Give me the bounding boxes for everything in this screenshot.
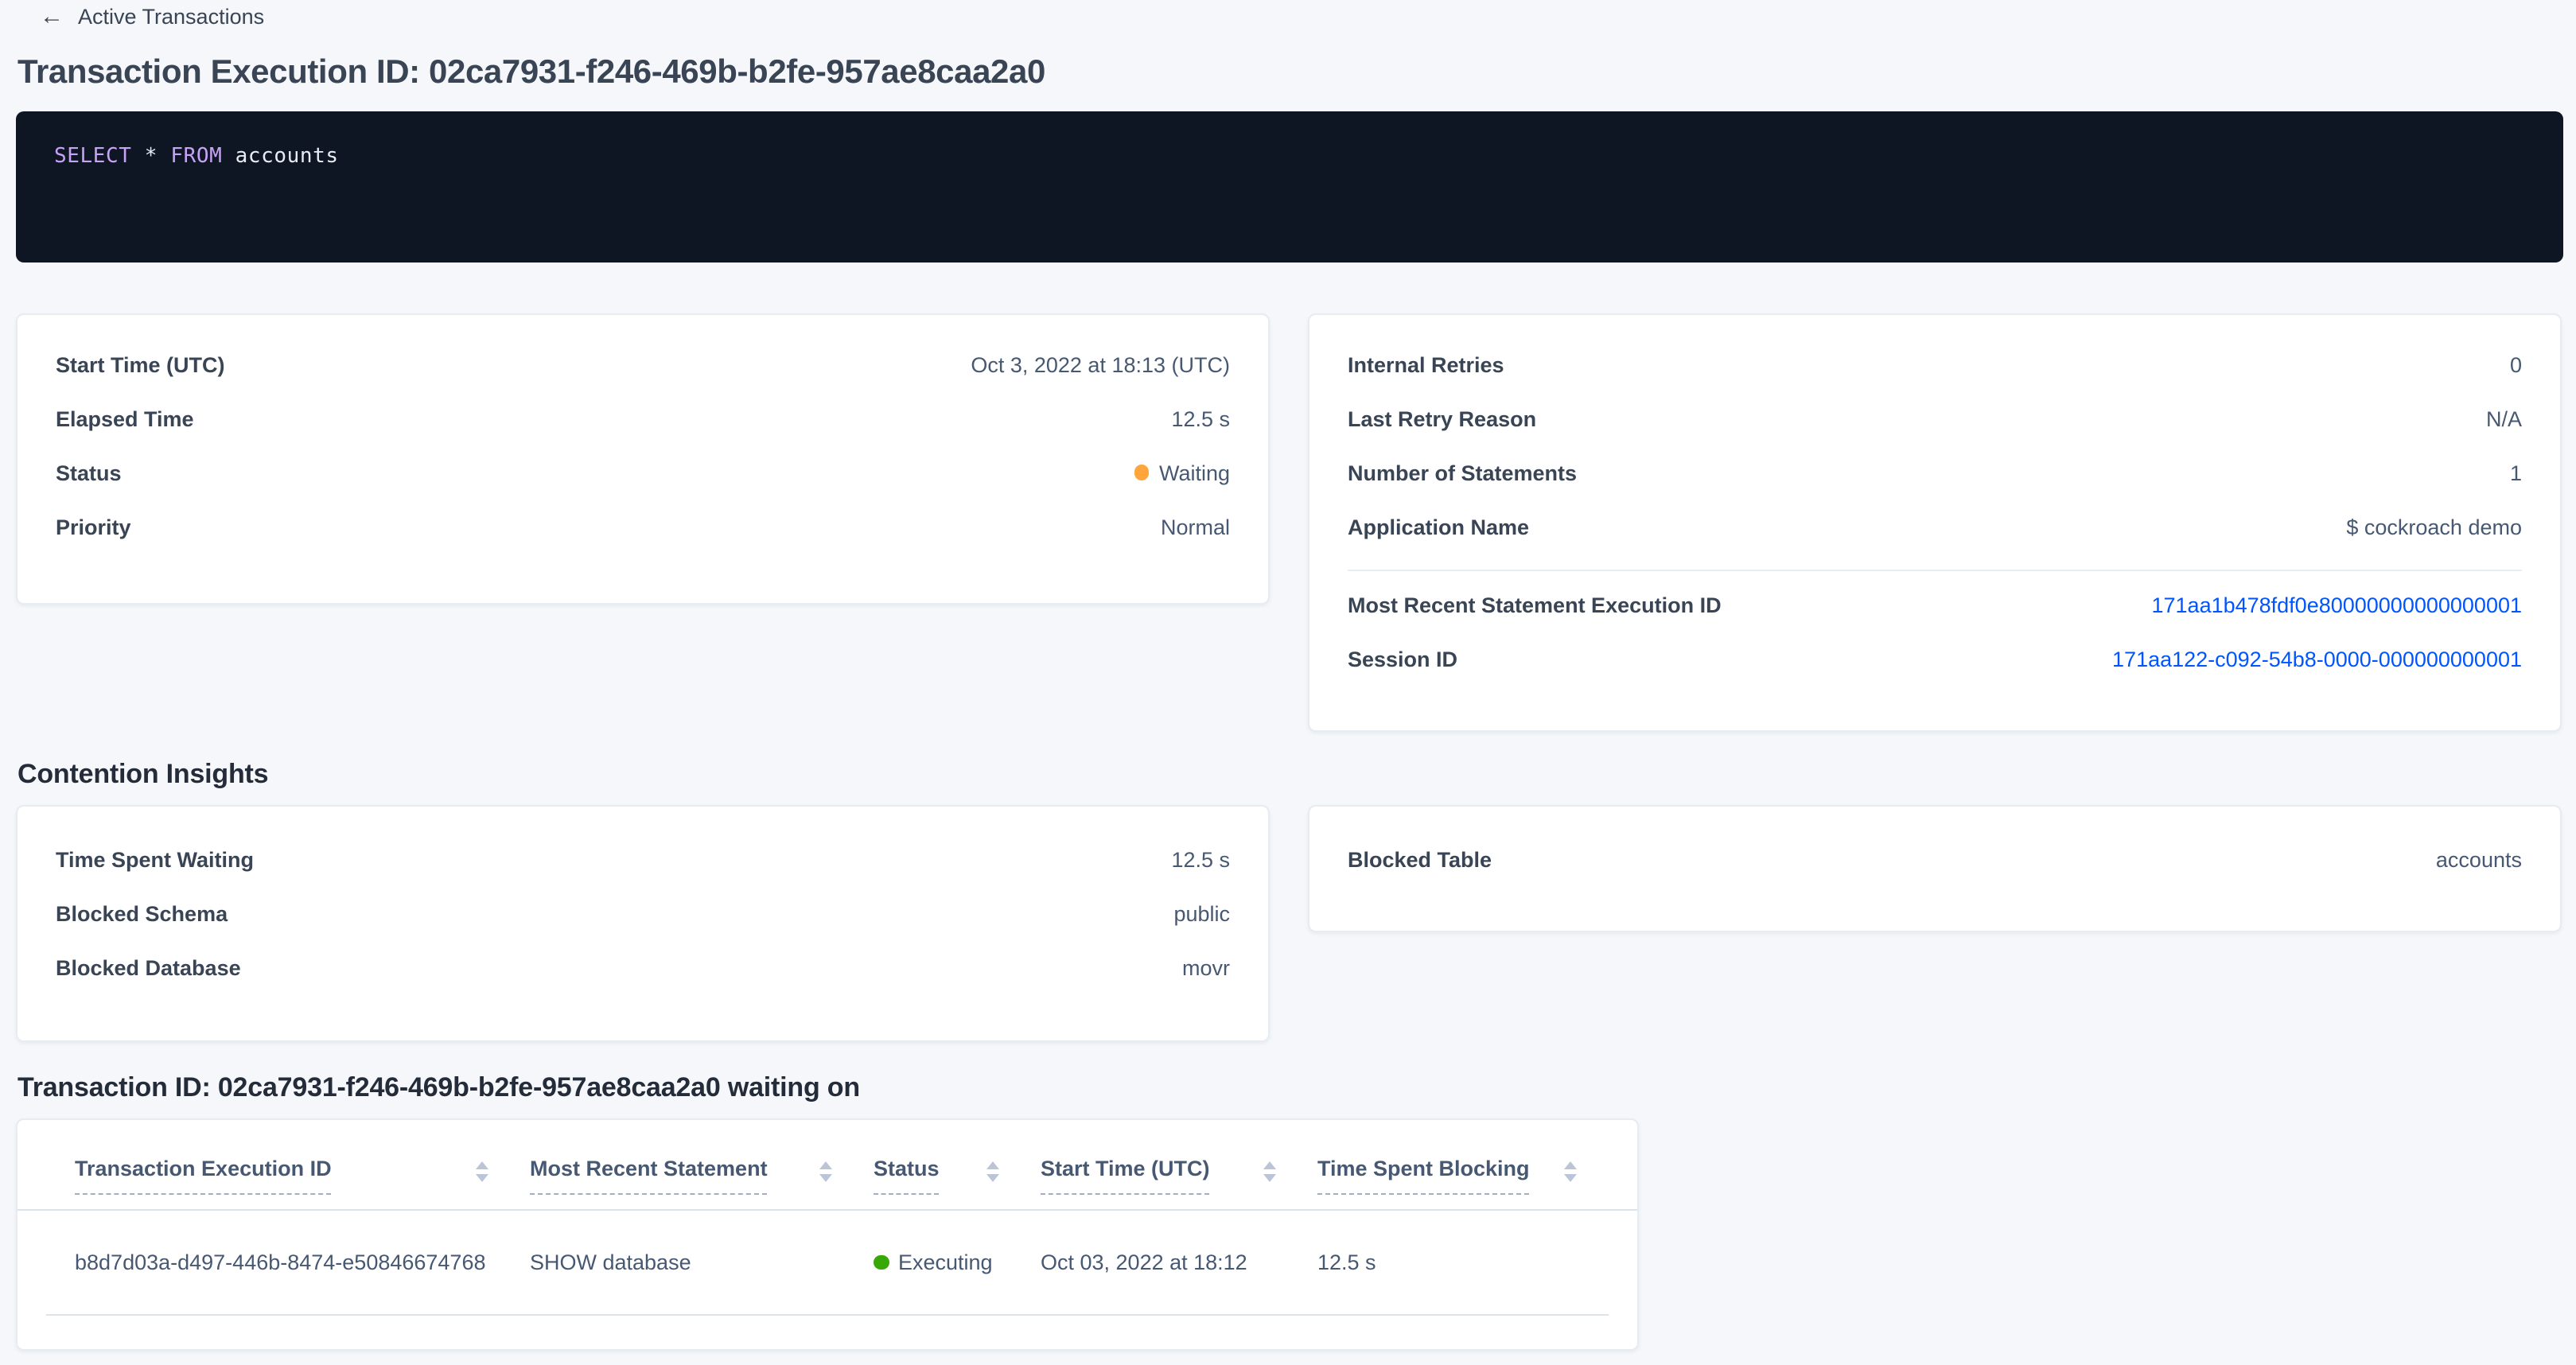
row-label: Status [56, 461, 122, 484]
contention-row-blocked-schema: Blocked Schema public [18, 886, 1268, 940]
table-header-row: Transaction Execution ID Most Recent Sta… [18, 1120, 1637, 1211]
row-value: 1 [2510, 461, 2522, 484]
row-value: Normal [1161, 515, 1230, 539]
details-row-internal-retries: Internal Retries 0 [1309, 337, 2560, 391]
sql-statement-box: SELECT * FROM accounts [16, 111, 2563, 262]
row-label: Priority [56, 515, 131, 539]
waiting-status-dot-icon [1134, 465, 1150, 480]
details-row-statement-execution-id: Most Recent Statement Execution ID 171aa… [1309, 578, 2560, 632]
contention-row-time-spent-waiting: Time Spent Waiting 12.5 s [18, 832, 1268, 886]
column-header-label: Status [874, 1157, 940, 1195]
row-value: 12.5 s [1171, 406, 1230, 430]
sort-icon[interactable] [819, 1161, 832, 1181]
contention-insights-heading: Contention Insights [18, 759, 268, 791]
contention-row-blocked-database: Blocked Database movr [18, 940, 1268, 994]
waiting-on-table: Transaction Execution ID Most Recent Sta… [16, 1118, 1639, 1351]
row-label: Application Name [1348, 515, 1529, 539]
status-value: Waiting [1134, 461, 1230, 484]
sort-icon[interactable] [1564, 1161, 1577, 1181]
status-text: Executing [898, 1250, 993, 1274]
summary-row-priority: Priority Normal [18, 500, 1268, 554]
row-label: Start Time (UTC) [56, 352, 225, 376]
contention-left-card: Time Spent Waiting 12.5 s Blocked Schema… [16, 805, 1270, 1042]
sort-icon[interactable] [1263, 1161, 1276, 1181]
row-label: Blocked Schema [56, 901, 228, 925]
back-link-active-transactions[interactable]: ← Active Transactions [40, 5, 264, 29]
details-row-session-id: Session ID 171aa122-c092-54b8-0000-00000… [1309, 632, 2560, 686]
column-header-transaction-execution-id[interactable]: Transaction Execution ID [75, 1157, 530, 1195]
sql-identifier: accounts [222, 145, 338, 169]
row-label: Time Spent Waiting [56, 847, 254, 871]
back-arrow-icon: ← [40, 5, 64, 29]
column-header-most-recent-statement[interactable]: Most Recent Statement [530, 1157, 874, 1195]
row-value: $ cockroach demo [2346, 515, 2522, 539]
cell-start-time: Oct 03, 2022 at 18:12 [1041, 1250, 1317, 1274]
summary-row-start-time: Start Time (UTC) Oct 3, 2022 at 18:13 (U… [18, 337, 1268, 391]
cell-time-spent-blocking: 12.5 s [1317, 1250, 1580, 1274]
column-header-time-spent-blocking[interactable]: Time Spent Blocking [1317, 1157, 1580, 1195]
details-card: Internal Retries 0 Last Retry Reason N/A… [1308, 313, 2562, 732]
contention-row-blocked-table: Blocked Table accounts [1309, 832, 2560, 886]
page-title: Transaction Execution ID: 02ca7931-f246-… [18, 54, 1045, 92]
row-label: Internal Retries [1348, 352, 1504, 376]
row-divider [46, 1314, 1609, 1316]
column-header-status[interactable]: Status [874, 1157, 1041, 1195]
row-value: public [1173, 901, 1230, 925]
row-label: Session ID [1348, 647, 1457, 671]
summary-row-status: Status Waiting [18, 445, 1268, 500]
sql-keyword: FROM [170, 145, 222, 169]
column-header-label: Time Spent Blocking [1317, 1157, 1530, 1195]
sort-icon[interactable] [476, 1161, 488, 1181]
details-row-last-retry-reason: Last Retry Reason N/A [1309, 391, 2560, 445]
row-value: movr [1182, 955, 1230, 979]
summary-row-elapsed-time: Elapsed Time 12.5 s [18, 391, 1268, 445]
statement-execution-id-link[interactable]: 171aa1b478fdf0e80000000000000001 [2152, 593, 2523, 616]
row-label: Last Retry Reason [1348, 406, 1536, 430]
column-header-label: Most Recent Statement [530, 1157, 768, 1195]
card-divider [1348, 570, 2522, 571]
contention-right-card: Blocked Table accounts [1308, 805, 2562, 932]
sql-keyword: SELECT [54, 145, 132, 169]
column-header-start-time[interactable]: Start Time (UTC) [1041, 1157, 1317, 1195]
cell-status: Executing [874, 1250, 1041, 1274]
executing-status-dot-icon [874, 1255, 889, 1270]
row-value: Oct 3, 2022 at 18:13 (UTC) [971, 352, 1230, 376]
waiting-on-heading: Transaction ID: 02ca7931-f246-469b-b2fe-… [18, 1072, 860, 1104]
summary-card: Start Time (UTC) Oct 3, 2022 at 18:13 (U… [16, 313, 1270, 605]
session-id-link[interactable]: 171aa122-c092-54b8-0000-000000000001 [2112, 647, 2522, 671]
row-label: Number of Statements [1348, 461, 1577, 484]
cell-most-recent-statement: SHOW database [530, 1250, 874, 1274]
sql-text: * [132, 145, 171, 169]
details-row-number-of-statements: Number of Statements 1 [1309, 445, 2560, 500]
row-label: Most Recent Statement Execution ID [1348, 593, 1722, 616]
row-value: 0 [2510, 352, 2522, 376]
transaction-details-page: ← Active Transactions Transaction Execut… [0, 0, 2576, 1365]
row-label: Elapsed Time [56, 406, 194, 430]
table-row: b8d7d03a-d497-446b-8474-e50846674768 SHO… [18, 1211, 1637, 1314]
row-label: Blocked Database [56, 955, 241, 979]
status-text: Waiting [1159, 461, 1230, 484]
row-label: Blocked Table [1348, 847, 1492, 871]
cell-transaction-execution-id: b8d7d03a-d497-446b-8474-e50846674768 [75, 1250, 530, 1274]
details-row-application-name: Application Name $ cockroach demo [1309, 500, 2560, 554]
column-header-label: Start Time (UTC) [1041, 1157, 1210, 1195]
row-value: accounts [2436, 847, 2522, 871]
column-header-label: Transaction Execution ID [75, 1157, 332, 1195]
row-value: N/A [2486, 406, 2522, 430]
sort-icon[interactable] [986, 1161, 999, 1181]
back-link-label: Active Transactions [78, 5, 264, 29]
row-value: 12.5 s [1171, 847, 1230, 871]
